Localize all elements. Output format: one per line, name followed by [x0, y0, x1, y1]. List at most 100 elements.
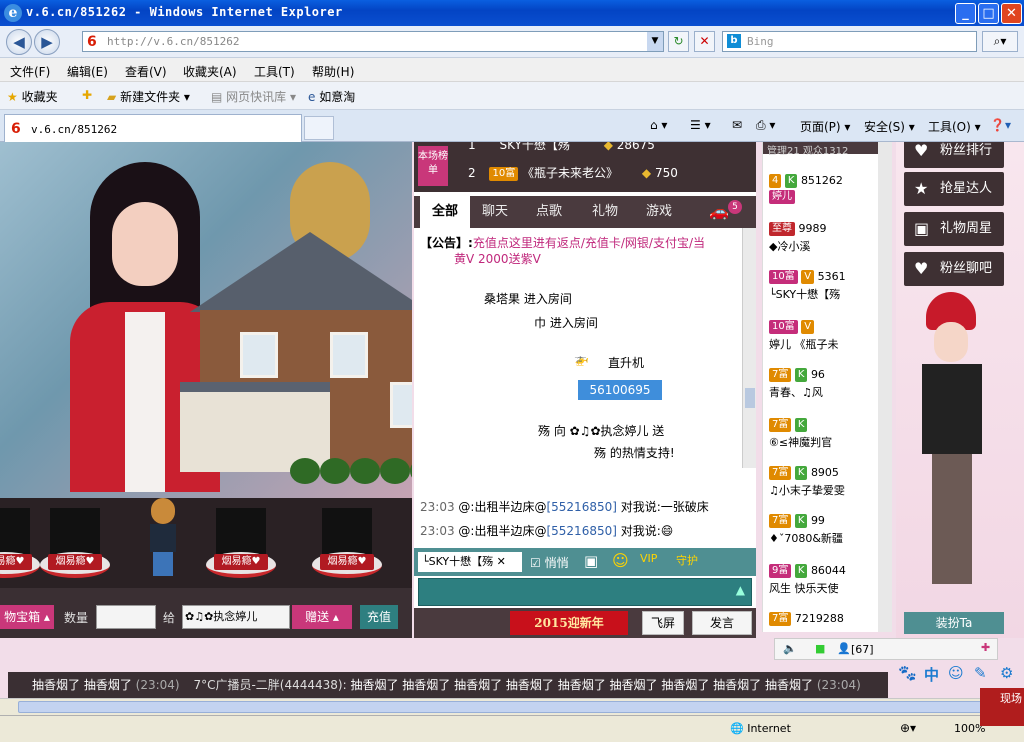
home-icon[interactable]: ⌂ ▾ [650, 118, 667, 132]
stop-button[interactable]: ✕ [694, 31, 715, 52]
menu-favorites[interactable]: 收藏夹(A) [183, 63, 237, 80]
minimize-button[interactable]: _ [955, 3, 976, 24]
vip-icon[interactable]: VIP [640, 552, 657, 565]
public-chat: 23:03 @:出租半边床@[55216850] 对我说:一张破床 23:03 … [414, 468, 756, 548]
tab-v6[interactable]: 6 v.6.cn/851262 [4, 114, 302, 142]
volume-icon[interactable]: 🔈 [783, 642, 797, 655]
print-icon[interactable]: ⎙ ▾ [756, 118, 775, 133]
favorites-button[interactable]: ★ 收藏夹 [7, 88, 58, 105]
chinese-ime-icon[interactable]: 中 [924, 664, 939, 685]
fan-chat-button[interactable]: ♥ 粉丝聊吧 [904, 252, 1004, 286]
tab-all[interactable]: 全部 [420, 196, 470, 228]
list-item[interactable]: 9富 K 86044 风生 快乐天使 [769, 564, 877, 596]
user-name: 风生 快乐天使 [769, 582, 839, 595]
menu-file[interactable]: 文件(F) [10, 63, 50, 80]
chat-verb: 对我说: [620, 500, 661, 514]
tools-menu[interactable]: 工具(O) ▾ [928, 118, 981, 135]
recipient-label: 给 [163, 611, 176, 625]
new-year-banner[interactable]: 2015迎新年 [510, 611, 628, 635]
search-field[interactable]: b Bing [722, 31, 977, 52]
back-button[interactable]: ◀ [6, 29, 32, 55]
chat-scrollbar[interactable] [742, 228, 756, 468]
recipient-select[interactable]: └SKY十懋【殇 ✕ [418, 552, 522, 572]
image-icon[interactable]: ▣ [584, 552, 598, 570]
address-field[interactable]: 6 http://v.6.cn/851262 ▼ [82, 31, 664, 52]
chat-user-id[interactable]: [55216850] [546, 500, 616, 514]
safety-menu-label: 安全(S) [864, 120, 905, 134]
list-item[interactable]: 7富 K 99 ♦ˇ7080&新疆 [769, 514, 877, 546]
safety-menu[interactable]: 安全(S) ▾ [864, 118, 915, 135]
mail-icon[interactable]: ✉ [732, 118, 742, 132]
list-item[interactable]: 7富 K ⑥≤神魔判官 [769, 418, 877, 450]
chat-user-id[interactable]: [55216850] [546, 524, 616, 538]
emoji-icon[interactable]: ☺ [612, 551, 629, 570]
list-item[interactable]: 7富 7219288 [769, 612, 877, 626]
tab-gift[interactable]: 礼物 [580, 196, 630, 228]
add-favorite-icon[interactable]: ✚ [82, 88, 92, 102]
forward-button[interactable]: ▶ [34, 29, 60, 55]
pub-chat-line: 23:03 @:出租半边床@[55216850] 对我说:一张破床 [420, 498, 709, 515]
fav-webslice[interactable]: ▤ 网页快讯库 ▾ [211, 88, 296, 105]
menu-view[interactable]: 查看(V) [125, 63, 167, 80]
smile-icon[interactable]: ☺ [948, 664, 964, 682]
live-popup[interactable]: 现场 [980, 688, 1024, 726]
give-gift-button[interactable]: 赠送 ▴ [292, 605, 352, 629]
quiet-checkbox[interactable]: ☑ 悄悄 [530, 554, 569, 571]
refresh-button[interactable]: ↻ [668, 31, 689, 52]
horizontal-scrollbar[interactable] [0, 698, 1024, 715]
search-button[interactable]: ⌕▾ [982, 31, 1018, 52]
pencil-icon[interactable]: ✎ [974, 664, 987, 682]
gear-icon[interactable]: ⚙ [1000, 664, 1013, 682]
heart-icon: ♥ [914, 259, 929, 278]
chat-user[interactable]: @:出租半边床@ [458, 524, 546, 538]
fly-screen-button[interactable]: 飞屏 [642, 611, 684, 635]
security-zone: 🌐 Internet [730, 722, 791, 735]
list-item[interactable]: 7富 K 8905 ♫小末子挚爱雯 [769, 466, 877, 498]
favorites-bar: ★ 收藏夹 ✚ ▰ 新建文件夹 ▾ ▤ 网页快讯库 ▾ e 如意淘 [0, 82, 1024, 110]
gift-select[interactable]: 物宝箱 ▴ [0, 605, 54, 629]
rss-icon[interactable]: ☰ ▾ [690, 118, 711, 132]
video-player[interactable] [0, 142, 412, 498]
folder-icon: ▰ [107, 90, 117, 104]
recipient-input[interactable]: ✿♫✿执念婷儿 [182, 605, 290, 629]
maximize-button[interactable]: □ [978, 3, 999, 24]
help-icon[interactable]: ❓▾ [990, 118, 1011, 132]
list-item[interactable]: 至尊 9989 ◆冷小溪 [769, 222, 877, 254]
helicopter-room-id[interactable]: 56100695 [578, 380, 662, 400]
chat-input[interactable]: ▲ [418, 578, 752, 606]
cig-label: 烟易瘾♥ [320, 554, 374, 570]
paw-icon[interactable]: 🐾 [898, 664, 917, 682]
dress-up-button[interactable]: 装扮Ta [904, 612, 1004, 634]
tab-chat[interactable]: 聊天 [470, 196, 520, 228]
list-item[interactable]: 10富 V 婷儿 《瓶子未 [769, 320, 877, 352]
list-item[interactable]: 7富 K 96 青春、♫风 [769, 368, 877, 400]
tab-song[interactable]: 点歌 [524, 196, 574, 228]
fav-ruyitao[interactable]: e 如意淘 [308, 88, 355, 105]
plus-icon[interactable]: ✚ [981, 641, 990, 654]
close-button[interactable]: ✕ [1001, 3, 1022, 24]
list-item[interactable]: 10富 V 5361 └SKY十懋【殇 [769, 270, 877, 302]
guard-icon[interactable]: 守护 [676, 552, 698, 568]
fav-new-folder[interactable]: ▰ 新建文件夹 ▾ [107, 88, 190, 105]
address-dropdown-icon[interactable]: ▼ [647, 32, 663, 51]
tab-game[interactable]: 游戏 [634, 196, 684, 228]
protected-mode-icon[interactable]: ⊕▾ [900, 721, 916, 735]
list-item[interactable]: 4 K 851262 婷儿 [769, 174, 877, 204]
menu-tools[interactable]: 工具(T) [254, 63, 295, 80]
recharge-button[interactable]: 充值 [360, 605, 398, 629]
fan-ranking-button[interactable]: ♥ 粉丝排行 [904, 142, 1004, 168]
page-menu[interactable]: 页面(P) ▾ [800, 118, 850, 135]
user-name: 青春、♫风 [769, 386, 823, 399]
chat-user[interactable]: @:出租半边床@ [458, 500, 546, 514]
rank-name: SKY十懋【殇 [499, 142, 570, 152]
send-button[interactable]: 发言 [692, 611, 752, 635]
gift-week-button[interactable]: ▣ 礼物周星 [904, 212, 1004, 246]
menu-help[interactable]: 帮助(H) [312, 63, 354, 80]
new-tab-button[interactable] [304, 116, 334, 140]
menu-edit[interactable]: 编辑(E) [67, 63, 108, 80]
star-grab-button[interactable]: ★ 抢星达人 [904, 172, 1004, 206]
tab-bar: 6 v.6.cn/851262 ⌂ ▾ ☰ ▾ ✉ ⎙ ▾ 页面(P) ▾ 安全… [0, 110, 1024, 142]
quantity-input[interactable] [96, 605, 156, 629]
user-list-scrollbar[interactable] [878, 142, 892, 632]
ranking-tag[interactable]: 本场榜单 [418, 146, 448, 186]
